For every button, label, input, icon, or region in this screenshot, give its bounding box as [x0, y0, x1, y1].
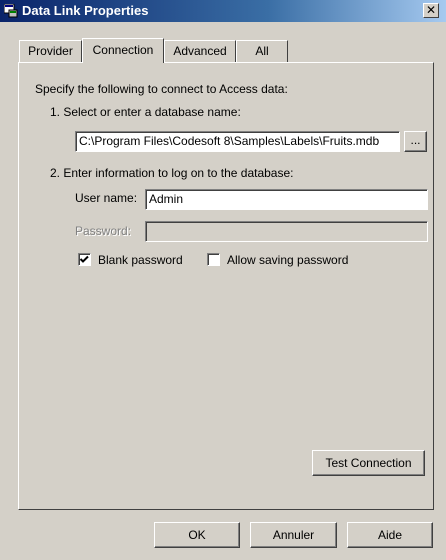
browse-button[interactable]: ...	[404, 131, 427, 152]
username-input[interactable]: Admin	[145, 189, 428, 210]
blank-password-checkbox[interactable]	[78, 253, 91, 266]
password-label: Password:	[75, 224, 132, 238]
help-button[interactable]: Aide	[347, 522, 433, 548]
connection-panel	[18, 62, 434, 510]
cancel-button[interactable]: Annuler	[250, 522, 337, 548]
checkmark-icon	[79, 255, 89, 263]
close-button[interactable]: ✕	[423, 3, 439, 18]
tab-connection[interactable]: Connection	[82, 38, 164, 63]
window-title: Data Link Properties	[22, 3, 149, 18]
data-link-icon	[4, 4, 18, 18]
step1-label: 1. Select or enter a database name:	[50, 105, 241, 119]
tab-provider[interactable]: Provider	[19, 40, 82, 62]
tab-advanced[interactable]: Advanced	[164, 40, 236, 62]
step2-label: 2. Enter information to log on to the da…	[50, 166, 294, 180]
username-label: User name:	[75, 191, 138, 205]
intro-text: Specify the following to connect to Acce…	[35, 82, 288, 96]
allow-saving-password-label[interactable]: Allow saving password	[227, 253, 348, 267]
test-connection-button[interactable]: Test Connection	[312, 450, 425, 476]
blank-password-label[interactable]: Blank password	[98, 253, 183, 267]
password-input[interactable]	[145, 221, 428, 242]
tab-all[interactable]: All	[236, 40, 288, 62]
allow-saving-password-checkbox[interactable]	[207, 253, 220, 266]
database-path-input[interactable]: C:\Program Files\Codesoft 8\Samples\Labe…	[75, 131, 400, 152]
ok-button[interactable]: OK	[154, 522, 240, 548]
